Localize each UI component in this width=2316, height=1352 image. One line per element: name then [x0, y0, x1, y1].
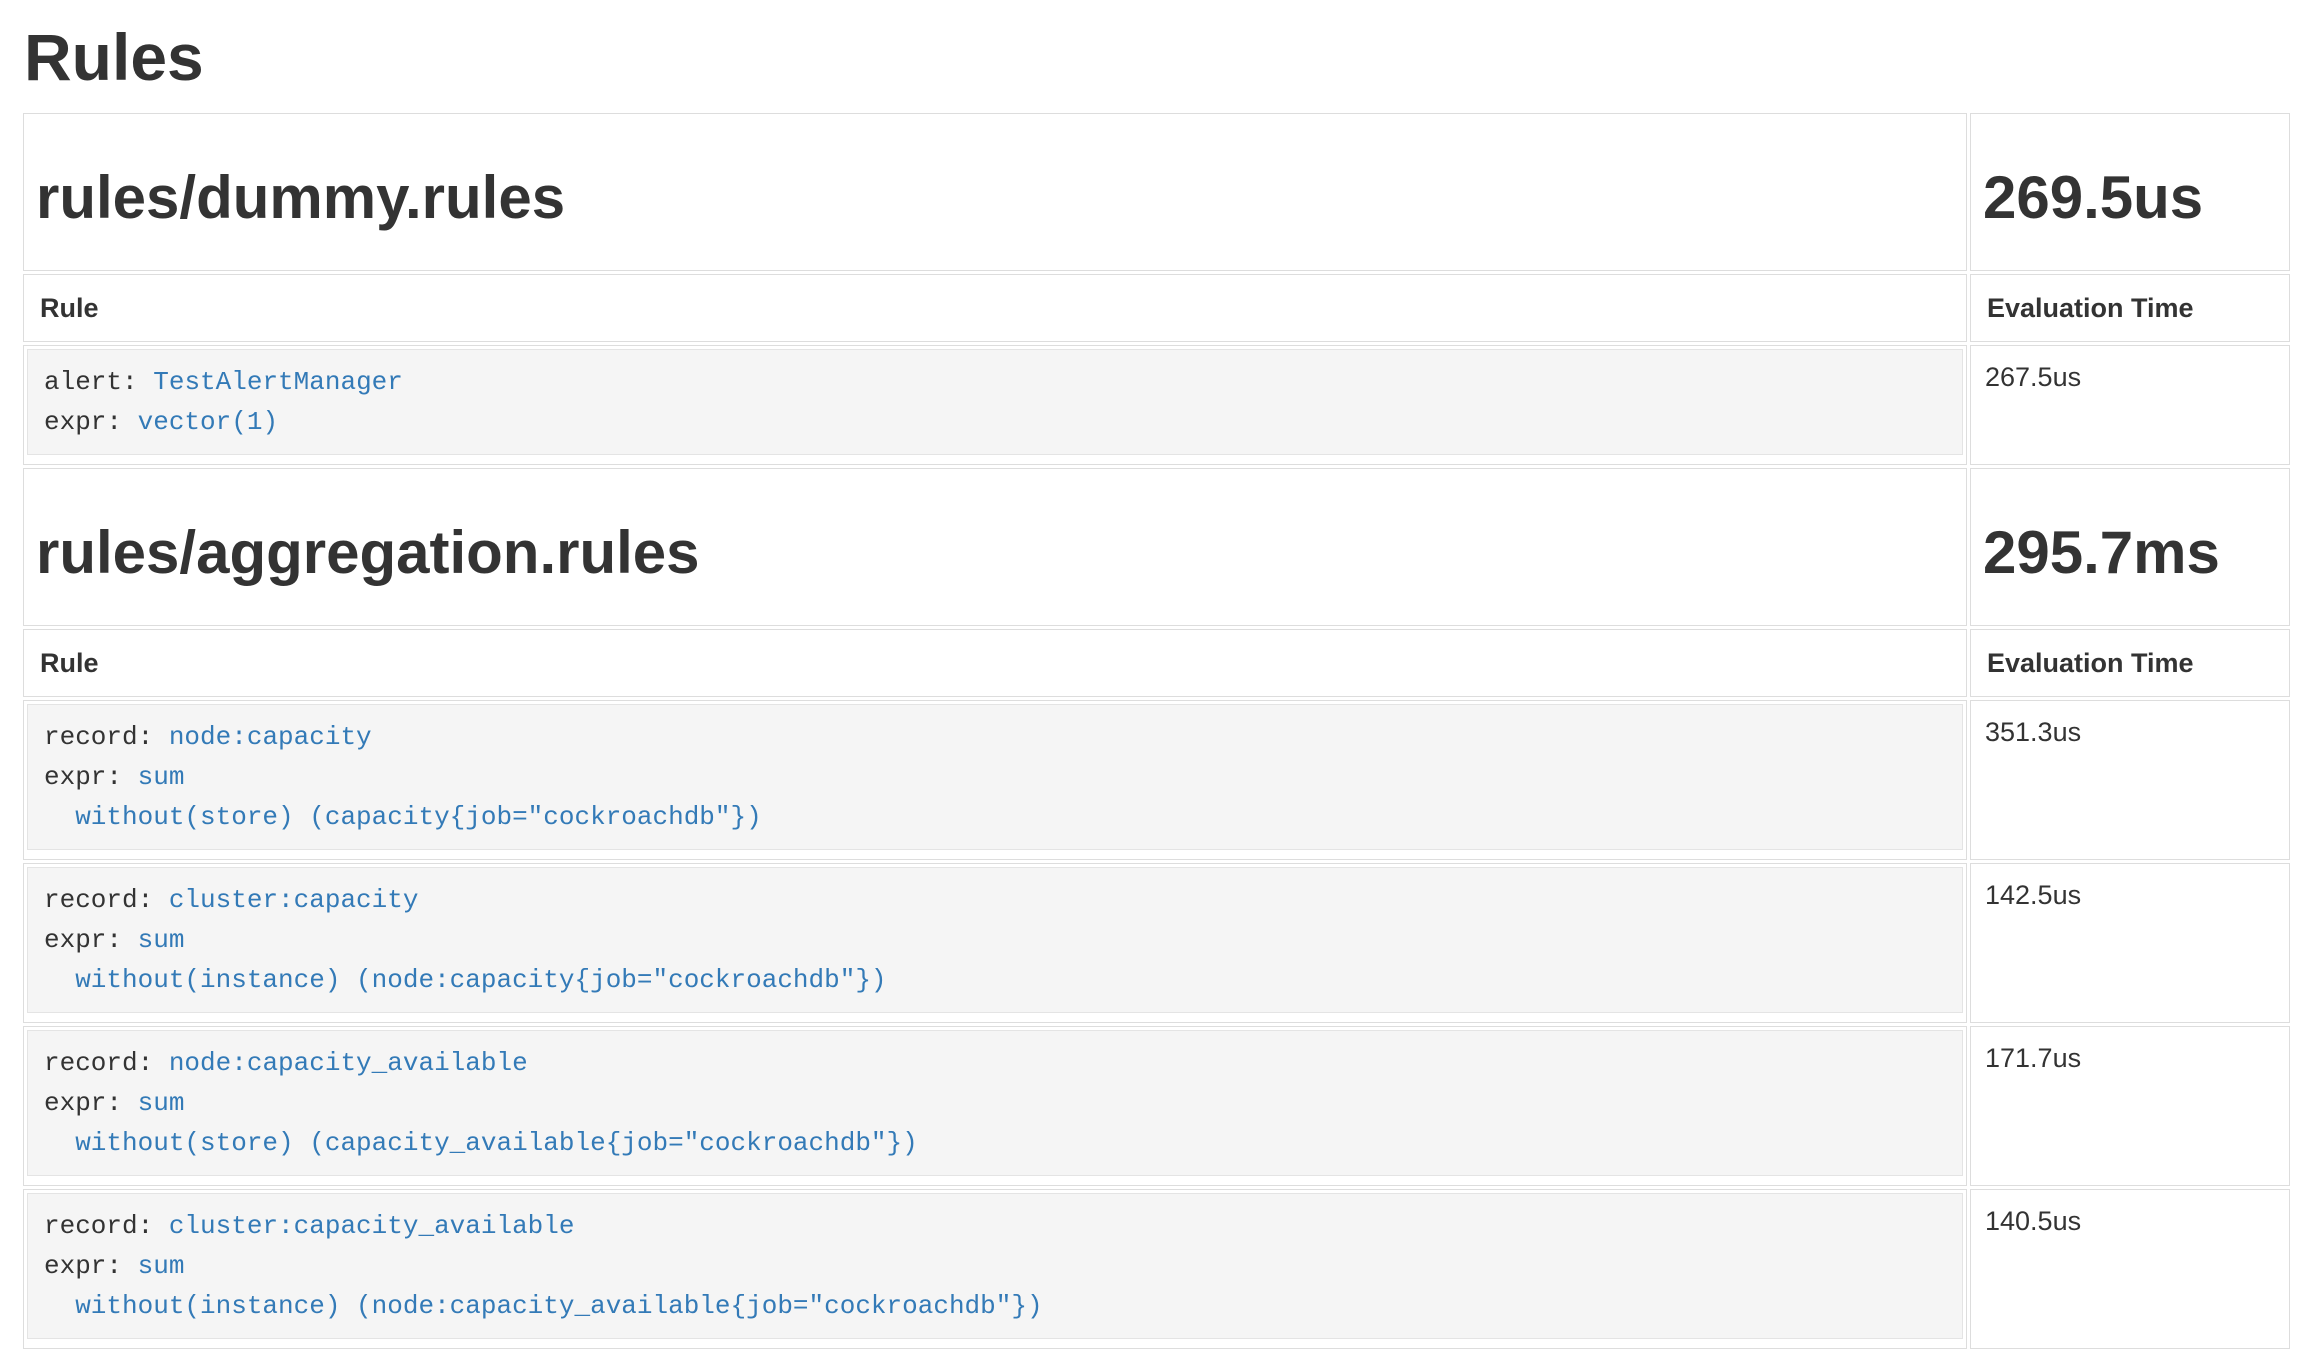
- rule-row: record: cluster:capacity_available expr:…: [23, 1189, 2290, 1349]
- rule-type-label: record:: [44, 722, 153, 752]
- rule-expr-link[interactable]: sum without(instance) (node:capacity_ava…: [44, 1251, 1043, 1321]
- rule-definition-cell: record: node:capacity_available expr: su…: [23, 1026, 1967, 1186]
- rule-expr-label: expr:: [44, 407, 122, 437]
- group-total-eval-time: 269.5us: [1983, 162, 2277, 234]
- column-header-row: Rule Evaluation Time: [23, 274, 2290, 342]
- rule-name-link[interactable]: TestAlertManager: [153, 367, 403, 397]
- column-header-row: Rule Evaluation Time: [23, 629, 2290, 697]
- rule-expr-label: expr:: [44, 762, 122, 792]
- rule-type-label: record:: [44, 1048, 153, 1078]
- rules-table: rules/dummy.rules 269.5us Rule Evaluatio…: [20, 110, 2293, 1352]
- rule-expr-link[interactable]: sum without(store) (capacity_available{j…: [44, 1088, 918, 1158]
- group-header-row: rules/aggregation.rules 295.7ms: [23, 468, 2290, 626]
- rule-eval-time: 140.5us: [1970, 1189, 2290, 1349]
- rule-expr-label: expr:: [44, 925, 122, 955]
- rule-definition-cell: record: node:capacity expr: sum without(…: [23, 700, 1967, 860]
- rule-definition: record: cluster:capacity_available expr:…: [27, 1193, 1963, 1339]
- rule-column-header: Rule: [23, 274, 1967, 342]
- rule-row: alert: TestAlertManager expr: vector(1) …: [23, 345, 2290, 465]
- rule-eval-time: 267.5us: [1970, 345, 2290, 465]
- rule-definition: record: node:capacity expr: sum without(…: [27, 704, 1963, 850]
- group-file-cell: rules/dummy.rules: [23, 113, 1967, 271]
- rule-name-link[interactable]: node:capacity_available: [169, 1048, 528, 1078]
- rule-row: record: node:capacity_available expr: su…: [23, 1026, 2290, 1186]
- rule-definition: alert: TestAlertManager expr: vector(1): [27, 349, 1963, 455]
- rule-expr-label: expr:: [44, 1251, 122, 1281]
- rule-column-header: Rule: [23, 629, 1967, 697]
- rule-definition: record: cluster:capacity expr: sum witho…: [27, 867, 1963, 1013]
- rule-row: record: node:capacity expr: sum without(…: [23, 700, 2290, 860]
- rule-definition-cell: record: cluster:capacity_available expr:…: [23, 1189, 1967, 1349]
- group-file-name: rules/dummy.rules: [36, 162, 1954, 234]
- group-file-cell: rules/aggregation.rules: [23, 468, 1967, 626]
- eval-time-column-header: Evaluation Time: [1970, 274, 2290, 342]
- rule-type-label: record:: [44, 885, 153, 915]
- rule-type-label: record:: [44, 1211, 153, 1241]
- rule-definition: record: node:capacity_available expr: su…: [27, 1030, 1963, 1176]
- rule-expr-link[interactable]: sum without(store) (capacity{job="cockro…: [44, 762, 762, 832]
- rule-eval-time: 171.7us: [1970, 1026, 2290, 1186]
- group-header-row: rules/dummy.rules 269.5us: [23, 113, 2290, 271]
- rule-type-label: alert:: [44, 367, 138, 397]
- rule-name-link[interactable]: node:capacity: [169, 722, 372, 752]
- page-title: Rules: [24, 19, 2293, 95]
- rule-name-link[interactable]: cluster:capacity_available: [169, 1211, 575, 1241]
- rule-expr-link[interactable]: sum without(instance) (node:capacity{job…: [44, 925, 887, 995]
- rule-eval-time: 142.5us: [1970, 863, 2290, 1023]
- rule-name-link[interactable]: cluster:capacity: [169, 885, 419, 915]
- group-file-name: rules/aggregation.rules: [36, 517, 1954, 589]
- rule-definition-cell: record: cluster:capacity expr: sum witho…: [23, 863, 1967, 1023]
- rule-definition-cell: alert: TestAlertManager expr: vector(1): [23, 345, 1967, 465]
- group-total-eval-time: 295.7ms: [1983, 517, 2277, 589]
- rule-group-aggregation: rules/aggregation.rules 295.7ms Rule Eva…: [23, 468, 2290, 1349]
- group-eval-time-cell: 295.7ms: [1970, 468, 2290, 626]
- rule-row: record: cluster:capacity expr: sum witho…: [23, 863, 2290, 1023]
- eval-time-column-header: Evaluation Time: [1970, 629, 2290, 697]
- rule-eval-time: 351.3us: [1970, 700, 2290, 860]
- group-eval-time-cell: 269.5us: [1970, 113, 2290, 271]
- rule-group-dummy: rules/dummy.rules 269.5us Rule Evaluatio…: [23, 113, 2290, 465]
- rule-expr-link[interactable]: vector(1): [138, 407, 278, 437]
- rule-expr-label: expr:: [44, 1088, 122, 1118]
